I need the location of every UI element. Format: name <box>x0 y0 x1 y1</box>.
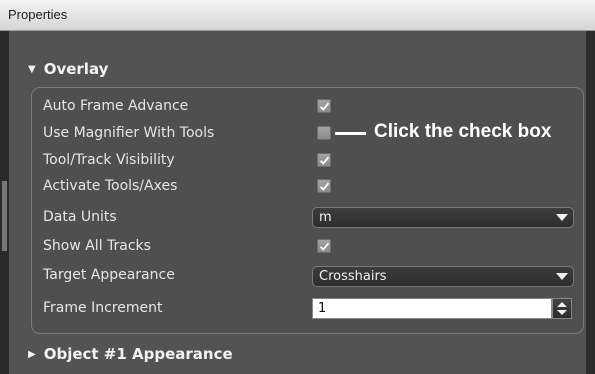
data-units-dropdown[interactable]: m <box>312 207 574 228</box>
target-appearance-value: Crosshairs <box>319 269 387 284</box>
checkbox-tool-track-visibility[interactable] <box>317 153 331 167</box>
checkbox-activate-tools-axes[interactable] <box>317 179 331 193</box>
scrollbar-thumb[interactable] <box>2 181 7 251</box>
checkmark-icon <box>319 102 329 111</box>
label-tool-track-visibility: Tool/Track Visibility <box>43 152 175 168</box>
left-frame-scrollbar[interactable] <box>0 31 9 374</box>
section-label-overlay: Overlay <box>43 60 109 78</box>
checkbox-show-all-tracks[interactable] <box>317 239 331 253</box>
frame-increment-spinner[interactable] <box>552 298 572 319</box>
frame-increment-input[interactable]: 1 <box>312 298 552 319</box>
title-bar: Properties <box>0 0 595 31</box>
window-title: Properties <box>8 7 68 22</box>
triangle-down-icon: ▼ <box>28 63 36 75</box>
spin-down-icon[interactable] <box>557 310 567 315</box>
spin-up-icon[interactable] <box>557 302 567 307</box>
label-activate-tools-axes: Activate Tools/Axes <box>43 178 178 194</box>
label-target-appearance: Target Appearance <box>43 267 175 283</box>
right-frame <box>586 31 595 374</box>
label-use-magnifier: Use Magnifier With Tools <box>43 125 215 141</box>
label-show-all-tracks: Show All Tracks <box>43 238 151 254</box>
section-header-overlay[interactable]: ▼ Overlay <box>28 58 108 80</box>
checkmark-icon <box>319 182 329 191</box>
triangle-right-icon: ▶ <box>28 348 36 360</box>
callout-text: Click the check box <box>374 121 552 142</box>
checkmark-icon <box>319 156 329 165</box>
callout-line <box>335 132 366 135</box>
label-auto-frame-advance: Auto Frame Advance <box>43 98 189 114</box>
checkbox-use-magnifier[interactable] <box>317 126 331 140</box>
data-units-value: m <box>319 210 332 225</box>
label-data-units: Data Units <box>43 209 117 225</box>
properties-window: Properties ▼ Overlay Auto Frame Advance … <box>0 0 595 374</box>
target-appearance-dropdown[interactable]: Crosshairs <box>312 266 574 287</box>
section-header-object-appearance[interactable]: ▶ Object #1 Appearance <box>28 343 233 365</box>
checkbox-auto-frame-advance[interactable] <box>317 99 331 113</box>
label-frame-increment: Frame Increment <box>43 300 163 316</box>
chevron-down-icon <box>556 214 568 221</box>
section-label-object-appearance: Object #1 Appearance <box>43 345 233 363</box>
checkmark-icon <box>319 242 329 251</box>
chevron-down-icon <box>556 273 568 280</box>
